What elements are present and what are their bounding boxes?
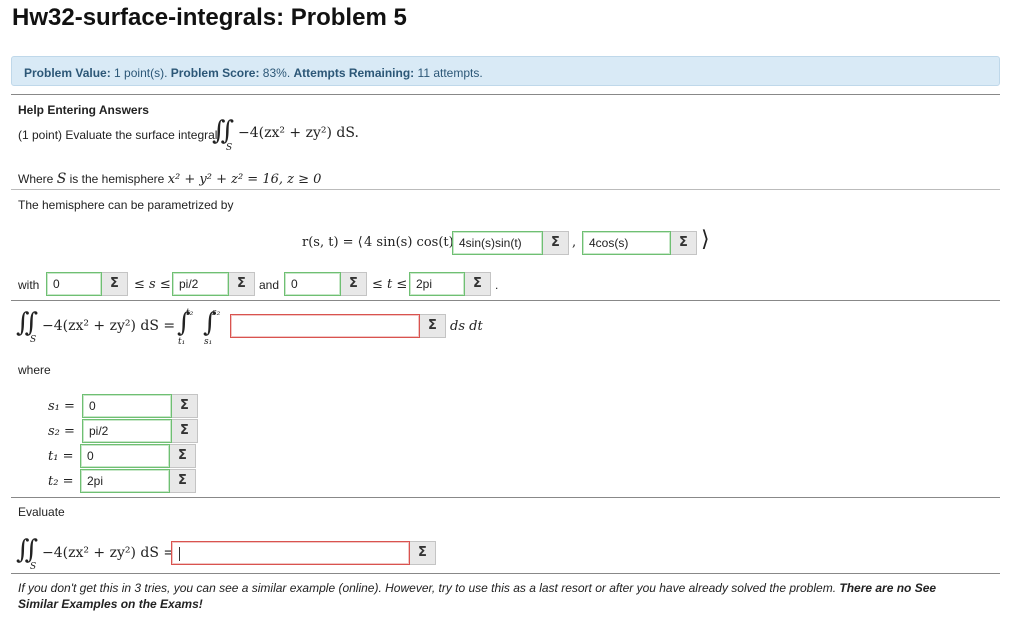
integrand-expression: −4(zx² + zy²) dS. — [238, 125, 359, 141]
s1-label: s₁ = — [48, 399, 75, 414]
integral-lhs: −4(zx² + zy²) dS = — [42, 318, 176, 334]
s2-limit: s₂ — [212, 308, 221, 318]
divider — [11, 189, 1000, 190]
where-label: where — [18, 363, 51, 377]
final-answer-input[interactable] — [171, 541, 410, 565]
t2-label: t₂ = — [48, 474, 74, 489]
s1-limit: s₁ — [204, 337, 213, 347]
with-label: with — [18, 278, 40, 292]
t1-label: t₁ = — [48, 449, 74, 464]
problem-value-label: Problem Value: — [24, 66, 111, 80]
where-prefix: Where — [18, 172, 54, 186]
s2-input[interactable]: pi/2 — [82, 419, 172, 443]
s-lower-bound-input[interactable]: 0 — [46, 272, 102, 296]
problem-score-label: Problem Score: — [170, 66, 260, 80]
t2-input[interactable]: 2pi — [80, 469, 170, 493]
equation-editor-button[interactable]: Σ — [170, 444, 196, 468]
divider — [11, 300, 1000, 301]
equation-editor-button[interactable]: Σ — [543, 231, 569, 255]
attempts-remaining: 11 attempts. — [417, 66, 483, 80]
ds-dt-label: ds dt — [450, 319, 483, 334]
surface-subscript: S — [30, 335, 37, 345]
problem-intro: (1 point) Evaluate the surface integral — [18, 128, 218, 142]
equation-editor-button[interactable]: Σ — [229, 272, 255, 296]
equation-editor-button[interactable]: Σ — [341, 272, 367, 296]
text-cursor — [179, 546, 180, 561]
equation-editor-button[interactable]: Σ — [102, 272, 128, 296]
where-mid: is the hemisphere — [69, 172, 165, 186]
t1-input[interactable]: 0 — [80, 444, 170, 468]
t1-limit: t₁ — [178, 337, 186, 347]
integrand-input[interactable] — [230, 314, 420, 338]
equation-editor-button[interactable]: Σ — [410, 541, 436, 565]
s-upper-bound-input[interactable]: pi/2 — [172, 272, 229, 296]
surface-subscript: S — [30, 562, 37, 572]
surface-subscript: S — [226, 143, 233, 153]
evaluate-label: Evaluate — [18, 505, 65, 519]
equation-editor-button[interactable]: Σ — [671, 231, 697, 255]
equation-editor-button[interactable]: Σ — [420, 314, 446, 338]
r-third-component-input[interactable]: 4cos(s) — [582, 231, 671, 255]
equation-editor-button[interactable]: Σ — [465, 272, 491, 296]
help-entering-answers-link[interactable]: Help Entering Answers — [18, 103, 149, 117]
t-inequality: ≤ t ≤ — [372, 277, 408, 292]
attempts-remaining-label: Attempts Remaining: — [293, 66, 415, 80]
and-label: and — [259, 278, 280, 292]
t-upper-bound-input[interactable]: 2pi — [409, 272, 465, 296]
problem-score: 83%. — [262, 66, 291, 80]
footer-text: If you don't get this in 3 tries, you ca… — [18, 581, 840, 595]
t-lower-bound-input[interactable]: 0 — [284, 272, 341, 296]
t2-limit: t₂ — [186, 308, 194, 318]
r-first-component: 4 sin(s) cos(t) , — [364, 235, 462, 250]
equation-editor-button[interactable]: Σ — [170, 469, 196, 493]
hemisphere-equation: x² + y² + z² = 16, z ≥ 0 — [167, 172, 322, 187]
hemisphere-statement: Where S is the hemisphere x² + y² + z² =… — [18, 171, 321, 187]
r-vector-lhs: r(s, t) = ⟨ — [302, 235, 363, 250]
problem-value: 1 point(s). — [114, 66, 168, 80]
equation-editor-button[interactable]: Σ — [172, 419, 198, 443]
s-inequality: ≤ s ≤ — [134, 277, 171, 292]
s2-label: s₂ = — [48, 424, 75, 439]
double-integral-symbol: ∬ — [212, 116, 235, 146]
page-title: Hw32-surface-integrals: Problem 5 — [12, 4, 407, 31]
divider — [11, 573, 1000, 574]
problem-info-bar: Problem Value: 1 point(s). Problem Score… — [11, 56, 1000, 86]
period: . — [495, 278, 499, 292]
parametrization-text: The hemisphere can be parametrized by — [18, 198, 234, 212]
double-integral-symbol: ∬ — [16, 308, 39, 338]
double-integral-symbol: ∬ — [16, 535, 39, 565]
r-second-component-input[interactable]: 4sin(s)sin(t) — [452, 231, 543, 255]
s1-input[interactable]: 0 — [82, 394, 172, 418]
footer-note: If you don't get this in 3 tries, you ca… — [18, 580, 978, 612]
final-integral-lhs: −4(zx² + zy²) dS = — [42, 545, 176, 561]
r-separator: , — [572, 235, 577, 250]
surface-var: S — [56, 171, 67, 187]
r-close-bracket: ⟩ — [701, 227, 710, 252]
equation-editor-button[interactable]: Σ — [172, 394, 198, 418]
divider — [11, 497, 1000, 498]
divider — [11, 94, 1000, 95]
